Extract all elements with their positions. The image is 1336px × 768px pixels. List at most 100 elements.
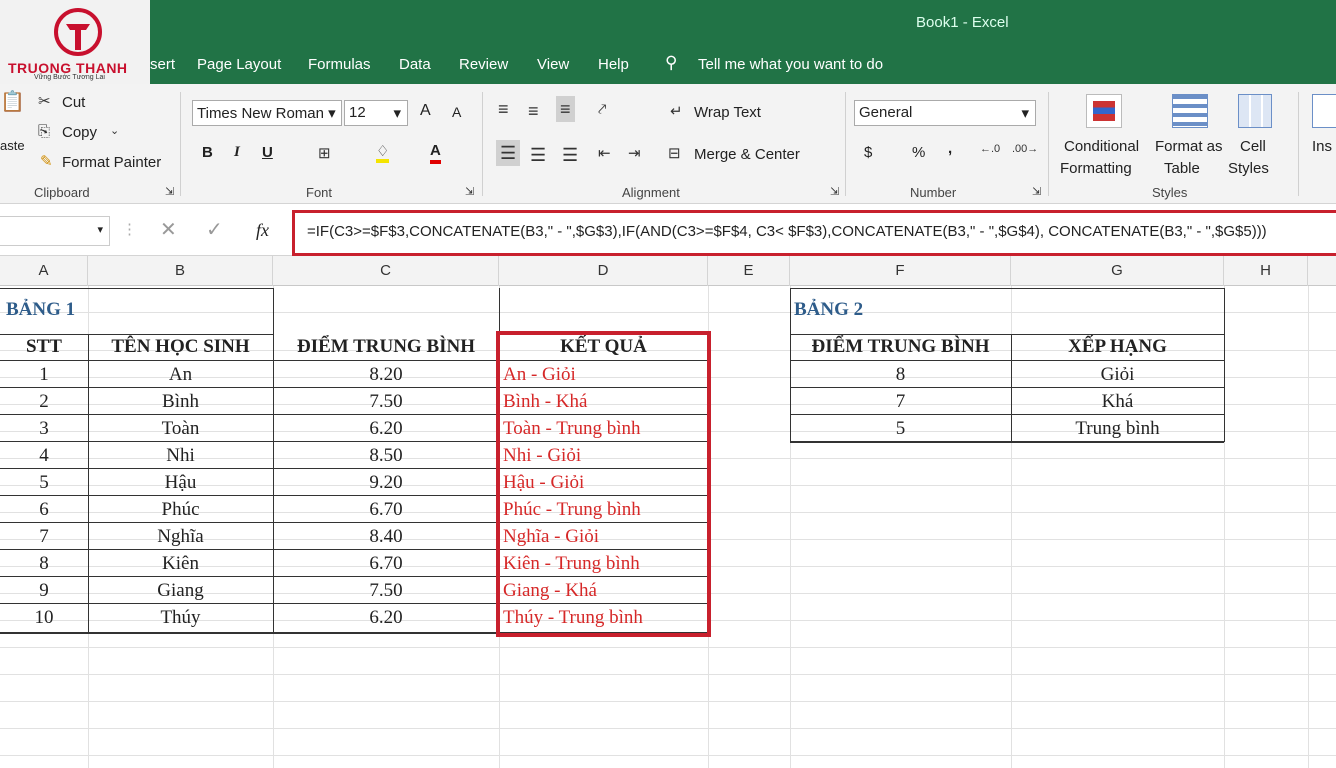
grow-font-button[interactable]: A <box>420 102 431 120</box>
borders-icon[interactable]: ⊞ <box>318 146 331 161</box>
table-cell[interactable]: Khá <box>1011 391 1224 413</box>
table2-title[interactable]: BẢNG 2 <box>794 299 994 321</box>
dialog-launcher-icon[interactable]: ⇲ <box>1032 187 1041 198</box>
paste-label[interactable]: aste <box>0 138 25 153</box>
table-cell[interactable]: 5 <box>0 472 88 494</box>
dialog-launcher-icon[interactable]: ⇲ <box>465 187 474 198</box>
dialog-launcher-icon[interactable]: ⇲ <box>165 187 174 198</box>
table-cell[interactable]: 4 <box>0 445 88 467</box>
table-cell[interactable]: Nhi <box>88 445 273 467</box>
shrink-font-button[interactable]: A <box>452 104 461 120</box>
table-cell[interactable]: 8.20 <box>273 364 499 386</box>
column-header-c[interactable]: C <box>273 256 499 286</box>
merge-center-button[interactable]: Merge & Center <box>694 146 800 163</box>
column-header-e[interactable]: E <box>708 256 790 286</box>
tab-page-layout[interactable]: Page Layout <box>197 56 281 73</box>
table-cell[interactable]: An <box>88 364 273 386</box>
insert-function-button[interactable]: fx <box>256 220 269 241</box>
format-as-table-icon[interactable] <box>1172 94 1208 128</box>
currency-button[interactable]: $ <box>864 144 872 161</box>
cell-styles-icon[interactable] <box>1238 94 1272 128</box>
align-center-icon[interactable]: ☰ <box>530 146 546 164</box>
table-cell[interactable]: 6.20 <box>273 607 499 629</box>
table-cell[interactable]: Nghĩa <box>88 526 273 548</box>
increase-indent-icon[interactable]: ⇥ <box>628 146 641 161</box>
formula-input[interactable]: =IF(C3>=$F$3,CONCATENATE(B3," - ",$G$3),… <box>292 210 1336 256</box>
table2-header[interactable]: XẾP HẠNG <box>1011 336 1224 358</box>
conditional-formatting-label-2[interactable]: Formatting <box>1060 160 1132 177</box>
table1-header[interactable]: STT <box>0 336 88 358</box>
table-cell[interactable]: 8.50 <box>273 445 499 467</box>
increase-decimal-icon[interactable]: ←.0 <box>980 144 1000 155</box>
copy-button[interactable]: Copy <box>62 124 97 141</box>
conditional-formatting-icon[interactable] <box>1086 94 1122 128</box>
comma-button[interactable]: , <box>948 140 952 157</box>
column-header-d[interactable]: D <box>499 256 708 286</box>
table-cell[interactable]: Giỏi <box>1011 364 1224 386</box>
tab-view[interactable]: View <box>537 56 569 73</box>
name-box[interactable]: ▾ <box>0 216 110 246</box>
table-cell[interactable]: 7 <box>790 391 1011 413</box>
cell-styles-label-2[interactable]: Styles <box>1228 160 1269 177</box>
table-cell[interactable]: 9 <box>0 580 88 602</box>
table-cell[interactable]: 7.50 <box>273 580 499 602</box>
fill-color-icon[interactable]: ♢ <box>376 144 390 163</box>
table-cell[interactable]: 8.40 <box>273 526 499 548</box>
table-cell[interactable]: 3 <box>0 418 88 440</box>
middle-align-icon[interactable]: ≡ <box>528 102 539 120</box>
number-format-select[interactable]: General ▾ <box>854 100 1036 126</box>
cut-button[interactable]: Cut <box>62 94 85 111</box>
font-name-select[interactable]: Times New Roman ▾ <box>192 100 342 126</box>
table-cell[interactable]: 6.70 <box>273 499 499 521</box>
table-cell[interactable]: 2 <box>0 391 88 413</box>
table-cell[interactable]: Trung bình <box>1011 418 1224 440</box>
font-color-button[interactable]: A <box>430 142 441 164</box>
underline-button[interactable]: U <box>262 144 273 161</box>
table2-header[interactable]: ĐIỂM TRUNG BÌNH <box>790 336 1011 358</box>
table1-title[interactable]: BẢNG 1 <box>6 299 206 321</box>
table-cell[interactable]: 10 <box>0 607 88 629</box>
decrease-decimal-icon[interactable]: .00→ <box>1012 144 1038 155</box>
format-painter-button[interactable]: Format Painter <box>62 154 161 171</box>
table-cell[interactable]: 6.70 <box>273 553 499 575</box>
tab-data[interactable]: Data <box>399 56 431 73</box>
column-header-h[interactable]: H <box>1224 256 1308 286</box>
dialog-launcher-icon[interactable]: ⇲ <box>830 187 839 198</box>
tell-me-box[interactable]: Tell me what you want to do <box>698 56 883 73</box>
table-cell[interactable]: 1 <box>0 364 88 386</box>
bottom-align-icon[interactable]: ≡ <box>556 96 575 122</box>
tab-review[interactable]: Review <box>459 56 508 73</box>
conditional-formatting-label[interactable]: Conditional <box>1064 138 1139 155</box>
column-header-b[interactable]: B <box>88 256 273 286</box>
table-cell[interactable]: 8 <box>0 553 88 575</box>
table-cell[interactable]: Hậu <box>88 472 273 494</box>
table1-header[interactable]: TÊN HỌC SINH <box>88 336 273 358</box>
table-cell[interactable]: Toàn <box>88 418 273 440</box>
insert-label[interactable]: Ins <box>1312 138 1332 155</box>
tab-help[interactable]: Help <box>598 56 629 73</box>
enter-icon[interactable]: ✓ <box>206 220 223 240</box>
table-cell[interactable]: Kiên <box>88 553 273 575</box>
italic-button[interactable]: I <box>234 144 240 161</box>
decrease-indent-icon[interactable]: ⇤ <box>598 146 611 161</box>
chevron-down-icon[interactable]: ⌄ <box>110 126 119 137</box>
table1-header[interactable]: ĐIỂM TRUNG BÌNH <box>273 336 499 358</box>
column-header-g[interactable]: G <box>1011 256 1224 286</box>
align-right-icon[interactable]: ☰ <box>562 146 578 164</box>
table-cell[interactable]: 9.20 <box>273 472 499 494</box>
cell-styles-label[interactable]: Cell <box>1240 138 1266 155</box>
table-cell[interactable]: 6.20 <box>273 418 499 440</box>
cancel-icon[interactable]: ✕ <box>160 220 177 240</box>
align-left-icon[interactable]: ☰ <box>496 140 521 166</box>
paste-icon[interactable]: 📋 <box>0 92 25 112</box>
table-cell[interactable]: Giang <box>88 580 273 602</box>
tab-insert-partial[interactable]: sert <box>150 56 175 73</box>
percent-button[interactable]: % <box>912 144 925 161</box>
table-cell[interactable]: 8 <box>790 364 1011 386</box>
format-as-table-label-2[interactable]: Table <box>1164 160 1200 177</box>
wrap-text-button[interactable]: Wrap Text <box>694 104 761 121</box>
font-size-select[interactable]: 12 ▾ <box>344 100 408 126</box>
table-cell[interactable]: Bình <box>88 391 273 413</box>
table-cell[interactable]: Thúy <box>88 607 273 629</box>
insert-cells-icon[interactable] <box>1312 94 1336 128</box>
